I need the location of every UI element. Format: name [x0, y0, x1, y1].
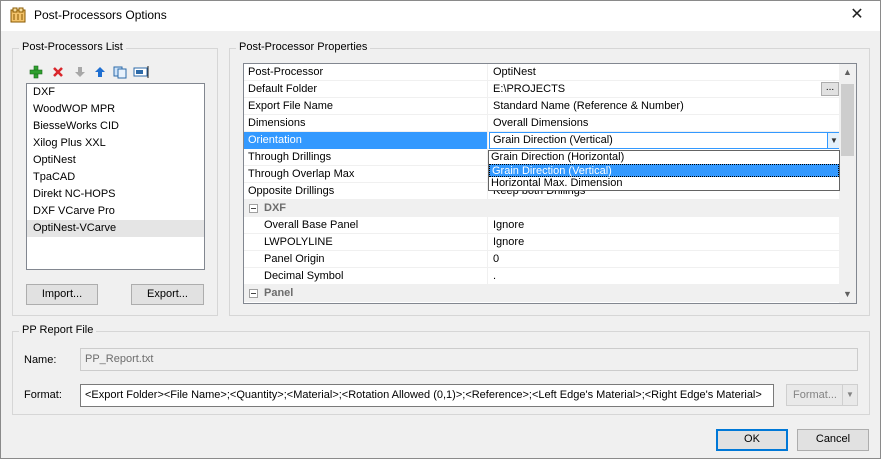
property-value: .	[493, 270, 497, 282]
category-name: Panel	[264, 287, 294, 299]
property-row-default-folder[interactable]: Default Folder E:\PROJECTS ...	[244, 81, 841, 98]
post-processors-list-label: Post-Processors List	[19, 41, 126, 53]
property-name: LWPOLYLINE	[244, 234, 488, 251]
property-row-export-file-name[interactable]: Export File Name Standard Name (Referenc…	[244, 98, 841, 115]
close-button[interactable]: ✕	[834, 1, 880, 31]
window-title: Post-Processors Options	[34, 8, 167, 22]
copy-icon[interactable]	[113, 65, 127, 79]
report-name-input[interactable]: PP_Report.txt	[80, 348, 858, 371]
category-name: DXF	[264, 202, 286, 214]
list-item[interactable]: Xilog Plus XXL	[27, 135, 204, 152]
pp-report-file-label: PP Report File	[19, 324, 97, 336]
property-name: Default Folder	[244, 81, 488, 98]
property-name: Opposite Drillings	[244, 183, 488, 200]
orientation-dropdown-list[interactable]: Grain Direction (Horizontal) Grain Direct…	[488, 150, 840, 191]
category-panel[interactable]: Panel	[244, 285, 841, 302]
report-format-input[interactable]: <Export Folder><File Name>;<Quantity>;<M…	[80, 384, 774, 407]
property-name: Orientation	[244, 132, 488, 149]
property-name: Panel Origin	[244, 251, 488, 268]
property-name: Through Drillings	[244, 149, 488, 166]
name-label: Name:	[24, 354, 57, 366]
arrow-down-icon[interactable]	[73, 65, 87, 79]
list-item[interactable]: WoodWOP MPR	[27, 101, 204, 118]
format-split-button[interactable]: Format... ▼	[786, 384, 858, 406]
category-dxf[interactable]: DXF	[244, 200, 841, 217]
cancel-button[interactable]: Cancel	[797, 429, 869, 451]
scrollbar-thumb[interactable]	[841, 84, 854, 156]
property-row-lwpolyline[interactable]: LWPOLYLINE Ignore	[244, 234, 841, 251]
list-item[interactable]: OptiNest-VCarve	[27, 220, 204, 237]
property-name: Overall Base Panel	[244, 217, 488, 234]
list-item[interactable]: OptiNest	[27, 152, 204, 169]
property-value: 0	[493, 253, 500, 265]
property-grid-scrollbar[interactable]: ▲ ▼	[839, 64, 856, 303]
property-row-decimal-symbol[interactable]: Decimal Symbol .	[244, 268, 841, 285]
list-item[interactable]: TpaCAD	[27, 169, 204, 186]
title-bar: Post-Processors Options ✕	[1, 1, 880, 31]
dropdown-option[interactable]: Grain Direction (Vertical)	[489, 164, 839, 177]
property-row-panel-origin[interactable]: Panel Origin 0	[244, 251, 841, 268]
dropdown-option[interactable]: Horizontal Max. Dimension	[489, 177, 839, 190]
export-button[interactable]: Export...	[131, 284, 204, 305]
browse-folder-button[interactable]: ...	[821, 82, 839, 96]
property-value: Standard Name (Reference & Number)	[493, 100, 684, 112]
add-icon[interactable]	[29, 65, 43, 79]
property-name: Through Overlap Max	[244, 166, 488, 183]
property-value: Overall Dimensions	[493, 117, 589, 129]
property-name: Export File Name	[244, 98, 488, 115]
import-button[interactable]: Import...	[26, 284, 98, 305]
property-row-overall-base-panel[interactable]: Overall Base Panel Ignore	[244, 217, 841, 234]
property-value: Ignore	[493, 219, 525, 231]
property-name: Post-Processor	[244, 64, 488, 81]
list-item[interactable]: Direkt NC-HOPS	[27, 186, 204, 203]
dropdown-option[interactable]: Grain Direction (Horizontal)	[489, 151, 839, 164]
property-row-post-processor[interactable]: Post-Processor OptiNest	[244, 64, 841, 81]
property-name: Decimal Symbol	[244, 268, 488, 285]
close-icon: ✕	[850, 6, 864, 23]
app-icon	[10, 7, 26, 23]
scroll-down-icon[interactable]: ▼	[839, 286, 856, 303]
scroll-up-icon[interactable]: ▲	[839, 64, 856, 81]
property-name: Dimensions	[244, 115, 488, 132]
property-value: OptiNest	[493, 66, 536, 78]
list-item[interactable]: DXF VCarve Pro	[27, 203, 204, 220]
list-item[interactable]: BiesseWorks CID	[27, 118, 204, 135]
format-button-label: Format...	[792, 389, 837, 401]
property-row-dimensions[interactable]: Dimensions Overall Dimensions	[244, 115, 841, 132]
post-processor-properties-label: Post-Processor Properties	[236, 41, 371, 53]
post-processors-options-dialog: Post-Processors Options ✕ Post-Processor…	[0, 0, 881, 459]
property-row-orientation[interactable]: Orientation Grain Direction (Vertical) ▼	[244, 132, 841, 149]
post-processors-listbox[interactable]: DXF WoodWOP MPR BiesseWorks CID Xilog Plus …	[26, 83, 205, 270]
ok-button[interactable]: OK	[716, 429, 788, 451]
property-value: Ignore	[493, 236, 525, 248]
orientation-combobox-value: Grain Direction (Vertical)	[493, 134, 613, 146]
property-value: E:\PROJECTS	[493, 83, 566, 95]
list-item[interactable]: DXF	[27, 84, 204, 101]
format-label: Format:	[24, 389, 62, 401]
arrow-up-icon[interactable]	[93, 65, 107, 79]
chevron-down-icon[interactable]: ▼	[842, 385, 857, 405]
orientation-combobox[interactable]: Grain Direction (Vertical) ▼	[489, 132, 841, 149]
rename-icon[interactable]	[133, 65, 151, 79]
delete-icon[interactable]	[51, 65, 65, 79]
